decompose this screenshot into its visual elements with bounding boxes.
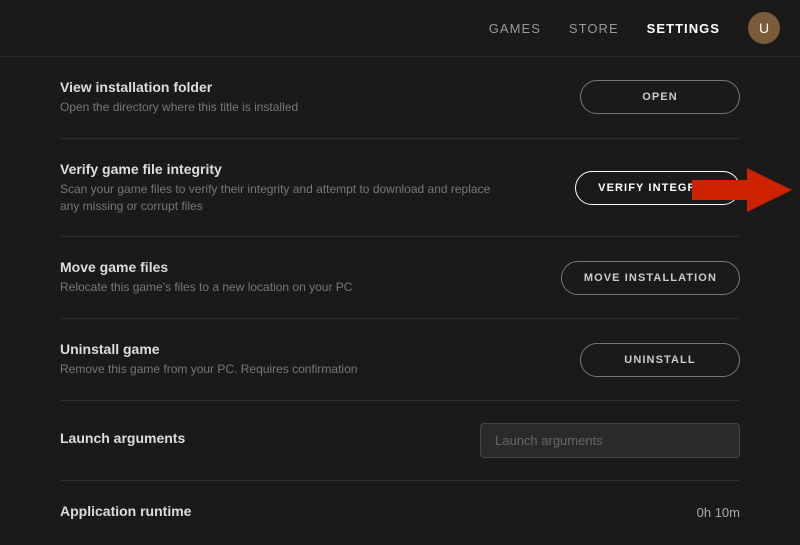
move-files-title: Move game files (60, 259, 561, 275)
nav-store[interactable]: STORE (569, 21, 619, 36)
view-installation-title: View installation folder (60, 79, 580, 95)
view-installation-row: View installation folder Open the direct… (60, 57, 740, 139)
avatar[interactable]: U (748, 12, 780, 44)
application-runtime-info: Application runtime (60, 503, 580, 523)
move-installation-button[interactable]: MOVE INSTALLATION (561, 261, 740, 295)
move-files-row: Move game files Relocate this game's fil… (60, 237, 740, 319)
launch-arguments-input[interactable] (480, 423, 740, 458)
open-button[interactable]: OPEN (580, 80, 740, 114)
top-nav: GAMES STORE SETTINGS U (0, 0, 800, 57)
nav-settings[interactable]: SETTINGS (647, 21, 720, 36)
move-files-info: Move game files Relocate this game's fil… (60, 259, 561, 296)
verify-integrity-row: Verify game file integrity Scan your gam… (60, 139, 740, 238)
main-content: View installation folder Open the direct… (0, 57, 800, 545)
uninstall-desc: Remove this game from your PC. Requires … (60, 361, 500, 378)
launch-arguments-label: Launch arguments (60, 430, 480, 446)
red-arrow-annotation (692, 168, 792, 212)
uninstall-button[interactable]: UNINSTALL (580, 343, 740, 377)
nav-games[interactable]: GAMES (489, 21, 541, 36)
uninstall-row: Uninstall game Remove this game from you… (60, 319, 740, 401)
launch-arguments-info: Launch arguments (60, 430, 480, 450)
arrow-icon (692, 168, 792, 212)
application-runtime-label: Application runtime (60, 503, 580, 519)
move-files-desc: Relocate this game's files to a new loca… (60, 279, 500, 296)
application-runtime-row: Application runtime 0h 10m (60, 481, 740, 545)
verify-integrity-info: Verify game file integrity Scan your gam… (60, 161, 575, 215)
view-installation-desc: Open the directory where this title is i… (60, 99, 500, 116)
verify-integrity-title: Verify game file integrity (60, 161, 575, 177)
uninstall-info: Uninstall game Remove this game from you… (60, 341, 580, 378)
view-installation-info: View installation folder Open the direct… (60, 79, 580, 116)
uninstall-title: Uninstall game (60, 341, 580, 357)
verify-integrity-desc: Scan your game files to verify their int… (60, 181, 500, 215)
launch-arguments-row: Launch arguments (60, 401, 740, 481)
application-runtime-value: 0h 10m (580, 505, 740, 520)
